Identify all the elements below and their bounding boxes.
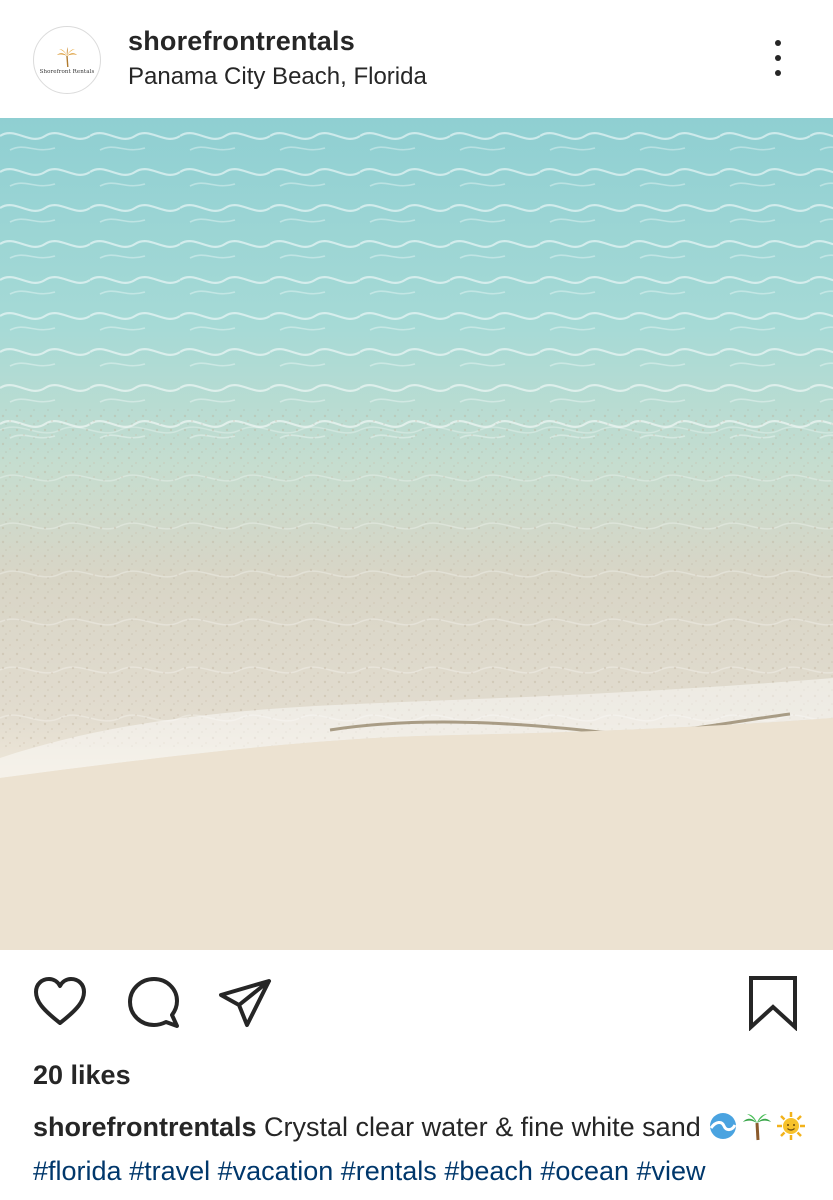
caption-username[interactable]: shorefrontrentals	[33, 1112, 257, 1142]
post-username[interactable]: shorefrontrentals	[128, 26, 355, 57]
post-photo[interactable]	[0, 118, 833, 950]
avatar[interactable]: Shorefront Rentals	[33, 26, 101, 94]
action-bar	[0, 950, 833, 1050]
sun-emoji-icon	[776, 1110, 806, 1140]
beach-photo-image	[0, 118, 833, 950]
post-location[interactable]: Panama City Beach, Florida	[128, 63, 427, 91]
palm-tree-emoji-icon	[742, 1110, 772, 1141]
heart-icon[interactable]	[31, 975, 89, 1031]
post-header: Shorefront Rentals shorefrontrentals Pan…	[0, 0, 833, 118]
post-caption: shorefrontrentals Crystal clear water & …	[33, 1105, 813, 1200]
palm-logo-icon	[57, 46, 77, 67]
wave-emoji-icon	[708, 1110, 738, 1140]
more-options-icon[interactable]	[758, 36, 798, 80]
bookmark-icon[interactable]	[744, 975, 802, 1031]
likes-count[interactable]: 20 likes	[33, 1060, 131, 1091]
instagram-post: Shorefront Rentals shorefrontrentals Pan…	[0, 0, 833, 1200]
hashtag[interactable]: #florida	[33, 1156, 122, 1186]
hashtag[interactable]: #travel	[129, 1156, 210, 1186]
hashtag[interactable]: #rentals	[341, 1156, 437, 1186]
comment-icon[interactable]	[124, 975, 182, 1031]
share-icon[interactable]	[216, 975, 274, 1031]
hashtag[interactable]: #vacation	[218, 1156, 334, 1186]
avatar-brand-text: Shorefront Rentals	[39, 68, 95, 75]
caption-text: Crystal clear water & fine white sand	[256, 1112, 709, 1142]
